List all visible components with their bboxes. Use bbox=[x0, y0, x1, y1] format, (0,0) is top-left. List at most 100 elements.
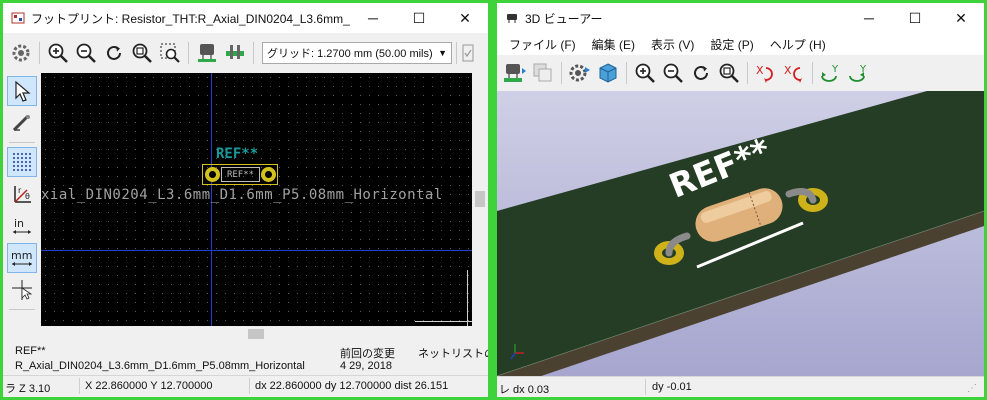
cursor-position-status: X 22.860000 Y 12.700000 bbox=[85, 380, 213, 392]
3d-scene: REF** bbox=[497, 91, 984, 376]
left-toolbar: グリッド: 1.2700 mm (50.00 mils) ▼ bbox=[3, 33, 488, 73]
toolbar-separator bbox=[456, 42, 457, 64]
zoom-in-icon[interactable] bbox=[44, 39, 72, 67]
toolbar-separator bbox=[39, 42, 40, 64]
zoom-in-icon[interactable] bbox=[631, 59, 659, 87]
svg-text:Y: Y bbox=[831, 64, 839, 75]
canvas-horizontal-scrollbar[interactable] bbox=[41, 326, 472, 342]
refresh-icon[interactable] bbox=[687, 59, 715, 87]
resize-grip-icon[interactable]: ⋰ bbox=[967, 383, 977, 394]
reload-board-icon[interactable] bbox=[501, 59, 529, 87]
right-titlebar[interactable]: 3D ビューアー ─ ☐ ✕ bbox=[497, 3, 984, 33]
rotate-x-ccw-icon[interactable]: X bbox=[780, 59, 808, 87]
info-ref: REF** bbox=[15, 345, 46, 357]
cursor-crosshair-icon[interactable] bbox=[7, 275, 37, 305]
pad-1-drill bbox=[209, 171, 216, 178]
left-window-title: フットプリント: Resistor_THT:R_Axial_DIN0204_L3… bbox=[31, 11, 350, 26]
minimize-button[interactable]: ─ bbox=[350, 3, 396, 33]
toolbar-separator bbox=[747, 62, 748, 84]
toolbar-separator bbox=[561, 62, 562, 84]
settings-gear-icon[interactable] bbox=[7, 39, 35, 67]
right-toolbar: X X Y Y bbox=[497, 55, 984, 91]
maximize-button[interactable]: ☐ bbox=[396, 3, 442, 33]
vtool-separator bbox=[9, 142, 35, 143]
svg-text:X: X bbox=[756, 64, 764, 77]
svg-text:θ: θ bbox=[25, 192, 30, 201]
pad-2-drill bbox=[265, 171, 272, 178]
info-last-change-value: 4 29, 2018 bbox=[340, 360, 392, 372]
pad-icon[interactable] bbox=[221, 39, 249, 67]
toolbar-separator bbox=[812, 62, 813, 84]
delta-status: dx 22.860000 dy 12.700000 dist 26.151 bbox=[255, 380, 449, 392]
footprint-value-text: xial_DIN0204_L3.6mm_D1.6mm_P5.08mm_Horiz… bbox=[41, 187, 443, 203]
grid-select[interactable]: グリッド: 1.2700 mm (50.00 mils) ▼ bbox=[262, 42, 452, 64]
ref-designator-label: REF** bbox=[216, 146, 259, 162]
minimize-button[interactable]: ─ bbox=[846, 3, 892, 33]
3d-viewer-app-icon bbox=[507, 14, 517, 23]
zoom-status: ラ Z 3.10 bbox=[5, 383, 51, 395]
left-titlebar[interactable]: フットプリント: Resistor_THT:R_Axial_DIN0204_L3… bbox=[3, 3, 488, 33]
grid-dots-icon[interactable] bbox=[7, 147, 37, 177]
menu-settings[interactable]: 設定 (P) bbox=[702, 36, 761, 53]
pad-1[interactable] bbox=[205, 167, 220, 182]
grid-select-value: グリッド: 1.2700 mm (50.00 mils) bbox=[267, 48, 433, 60]
status-divider bbox=[645, 379, 646, 395]
x-axis-line bbox=[41, 250, 472, 251]
rotate-y-ccw-icon[interactable]: Y bbox=[845, 59, 873, 87]
polar-coords-icon[interactable]: rθ bbox=[7, 179, 37, 209]
toolbar-separator bbox=[626, 62, 627, 84]
refresh-icon[interactable] bbox=[100, 39, 128, 67]
rotate-y-cw-icon[interactable]: Y bbox=[817, 59, 845, 87]
menu-edit[interactable]: 編集 (E) bbox=[584, 36, 643, 53]
zoom-fit-icon[interactable] bbox=[128, 39, 156, 67]
info-last-change-label: 前回の変更 bbox=[340, 348, 395, 360]
chevron-down-icon: ▼ bbox=[438, 48, 447, 58]
cursor-line-v bbox=[467, 270, 468, 326]
menu-file[interactable]: ファイル (F) bbox=[501, 36, 584, 53]
svg-text:X: X bbox=[784, 64, 792, 77]
footprint-canvas[interactable]: xial_DIN0204_L3.6mm_D1.6mm_P5.08mm_Horiz… bbox=[41, 73, 472, 326]
toolbar-separator bbox=[188, 42, 189, 64]
measure-icon[interactable] bbox=[7, 108, 37, 138]
zoom-fit-icon[interactable] bbox=[715, 59, 743, 87]
footprint-info-panel: REF** R_Axial_DIN0204_L3.6mm_D1.6mm_P5.0… bbox=[3, 342, 488, 373]
inches-icon[interactable]: in bbox=[7, 211, 37, 241]
fab-body-outline: REF** bbox=[221, 167, 260, 182]
close-button[interactable]: ✕ bbox=[442, 3, 488, 33]
menu-view[interactable]: 表示 (V) bbox=[643, 36, 702, 53]
view-3d-cube-icon[interactable] bbox=[594, 59, 622, 87]
settings-3d-icon[interactable] bbox=[566, 59, 594, 87]
3d-viewer-window: 3D ビューアー ─ ☐ ✕ ファイル (F) 編集 (E) 表示 (V) 設定… bbox=[497, 3, 984, 397]
dx-status: レ dx 0.03 bbox=[499, 384, 550, 396]
rotate-x-cw-icon[interactable]: X bbox=[752, 59, 780, 87]
fab-ref-label: REF** bbox=[226, 169, 255, 180]
footprint-app-icon bbox=[11, 12, 25, 24]
right-statusbar: レ dx 0.03 dy -0.01 ⋰ bbox=[497, 376, 984, 397]
canvas-vertical-scrollbar[interactable] bbox=[472, 73, 488, 326]
close-button[interactable]: ✕ bbox=[938, 3, 984, 33]
select-arrow-icon[interactable] bbox=[7, 76, 37, 106]
pad-2[interactable] bbox=[261, 167, 276, 182]
left-vertical-toolbar: rθ in mm bbox=[3, 73, 41, 347]
footprint-3d-icon[interactable] bbox=[193, 39, 221, 67]
copy-image-icon[interactable] bbox=[529, 59, 557, 87]
menu-help[interactable]: ヘルプ (H) bbox=[762, 36, 834, 53]
3d-scene-viewport[interactable]: REF** bbox=[497, 91, 984, 376]
maximize-button[interactable]: ☐ bbox=[892, 3, 938, 33]
svg-text:mm: mm bbox=[11, 249, 32, 262]
svg-text:in: in bbox=[14, 217, 24, 230]
horizontal-scroll-thumb[interactable] bbox=[248, 329, 264, 339]
svg-text:r: r bbox=[18, 186, 22, 195]
vertical-scroll-thumb[interactable] bbox=[475, 191, 485, 207]
zoom-selection-icon[interactable] bbox=[156, 39, 184, 67]
check-icon[interactable] bbox=[461, 39, 475, 67]
zoom-out-icon[interactable] bbox=[659, 59, 687, 87]
footprint-viewer-window: フットプリント: Resistor_THT:R_Axial_DIN0204_L3… bbox=[3, 3, 488, 397]
cursor-line-h bbox=[415, 321, 472, 322]
zoom-out-icon[interactable] bbox=[72, 39, 100, 67]
millimeters-icon[interactable]: mm bbox=[7, 243, 37, 273]
info-netlist-label: ネットリストの/ bbox=[418, 348, 488, 360]
right-menubar: ファイル (F) 編集 (E) 表示 (V) 設定 (P) ヘルプ (H) bbox=[497, 33, 984, 55]
toolbar-separator bbox=[253, 42, 254, 64]
left-statusbar: ラ Z 3.10 X 22.860000 Y 12.700000 dx 22.8… bbox=[3, 375, 488, 397]
